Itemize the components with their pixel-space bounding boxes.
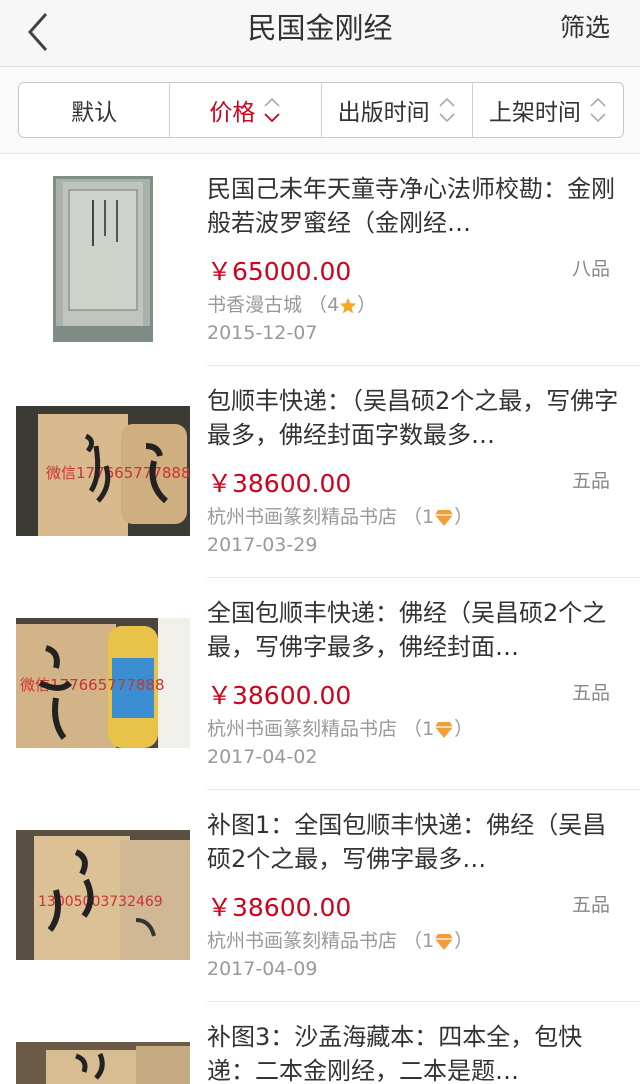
- sort-desc-icon: [264, 97, 281, 123]
- sort-tab-listing-time[interactable]: 上架时间: [473, 83, 623, 137]
- shop-name: 杭州书画篆刻精品书店: [207, 718, 398, 740]
- item-info: 补图1：全国包顺丰快递：佛经（吴昌硕2个之最，写佛字最多… ￥38600.00 …: [207, 808, 622, 988]
- sort-tab-publish-time[interactable]: 出版时间: [322, 83, 473, 137]
- diamond-icon: [435, 509, 454, 526]
- item-condition: 五品: [571, 470, 610, 492]
- item-title[interactable]: 补图1：全国包顺丰快递：佛经（吴昌硕2个之最，写佛字最多…: [207, 808, 622, 876]
- shop-name: 书香漫古城: [207, 294, 303, 316]
- product-thumbnail[interactable]: [16, 1042, 190, 1084]
- shop-rating-open: （1: [403, 930, 435, 952]
- item-shop[interactable]: 杭州书画篆刻精品书店 （1 ）: [207, 714, 473, 741]
- sort-tab-default-label: 默认: [71, 100, 118, 126]
- item-title[interactable]: 补图3：沙孟海藏本：四本全，包快递：二本金刚经，二本是题…: [207, 1020, 622, 1084]
- sort-tab-price-label: 价格: [209, 100, 256, 126]
- item-info: 民国己未年天童寺净心法师校勘：金刚般若波罗蜜经（金刚经… ￥65000.00 八…: [207, 172, 622, 352]
- item-info: 全国包顺丰快递：佛经（吴昌硕2个之最，写佛字最多，佛经封面… ￥38600.00…: [207, 596, 622, 776]
- sort-tab-listing-time-label: 上架时间: [488, 100, 581, 126]
- item-date: 2017-04-02: [207, 746, 318, 768]
- list-item[interactable]: 13005003732469 补图1：全国包顺丰快递：佛经（吴昌硕2个之最，写佛…: [0, 790, 640, 1002]
- shop-rating-open: （4: [308, 294, 340, 316]
- item-title[interactable]: 民国己未年天童寺净心法师校勘：金刚般若波罗蜜经（金刚经…: [207, 172, 622, 240]
- shop-name: 杭州书画篆刻精品书店: [207, 506, 398, 528]
- item-condition: 五品: [571, 894, 610, 916]
- item-title[interactable]: 包顺丰快递：（吴昌硕2个之最，写佛字最多，佛经封面字数最多…: [207, 384, 622, 452]
- product-thumbnail[interactable]: 13005003732469: [16, 830, 190, 960]
- item-title[interactable]: 全国包顺丰快递：佛经（吴昌硕2个之最，写佛字最多，佛经封面…: [207, 596, 622, 664]
- item-condition: 五品: [571, 682, 610, 704]
- sort-toggle-icon: [439, 97, 455, 123]
- shop-rating-close: ）: [357, 294, 377, 316]
- sort-tab-default[interactable]: 默认: [19, 83, 171, 137]
- product-thumbnail[interactable]: [53, 176, 153, 342]
- shop-rating-open: （1: [403, 718, 435, 740]
- filter-button[interactable]: 筛选: [560, 0, 610, 56]
- product-thumbnail[interactable]: 微信177665777888: [16, 406, 190, 536]
- item-shop[interactable]: 杭州书画篆刻精品书店 （1 ）: [207, 926, 473, 953]
- sort-toggle-icon: [590, 97, 606, 123]
- item-date: 2015-12-07: [207, 322, 318, 344]
- shop-rating-close: ）: [454, 930, 474, 952]
- item-price: ￥38600.00: [207, 469, 352, 498]
- list-item[interactable]: 民国己未年天童寺净心法师校勘：金刚般若波罗蜜经（金刚经… ￥65000.00 八…: [0, 154, 640, 366]
- thumb-watermark: 微信177665777888: [46, 464, 190, 482]
- item-info: 补图3：沙孟海藏本：四本全，包快递：二本金刚经，二本是题…: [207, 1020, 622, 1084]
- page-title: 民国金刚经: [247, 11, 393, 45]
- item-price: ￥65000.00: [207, 257, 352, 286]
- product-thumbnail[interactable]: 微信177665777888: [16, 618, 190, 748]
- item-shop[interactable]: 杭州书画篆刻精品书店 （1 ）: [207, 502, 473, 529]
- item-condition: 八品: [571, 258, 610, 280]
- item-price: ￥38600.00: [207, 893, 352, 922]
- shop-rating-close: ）: [454, 718, 474, 740]
- diamond-icon: [435, 721, 454, 738]
- sort-bar: 默认 价格 出版时间 上架时间: [0, 67, 640, 154]
- diamond-icon: [435, 933, 454, 950]
- shop-name: 杭州书画篆刻精品书店: [207, 930, 398, 952]
- item-price: ￥38600.00: [207, 681, 352, 710]
- item-date: 2017-04-09: [207, 958, 318, 980]
- item-shop[interactable]: 书香漫古城 （4 ）: [207, 290, 376, 317]
- shop-rating-close: ）: [454, 506, 474, 528]
- item-date: 2017-03-29: [207, 534, 318, 556]
- sort-tab-publish-time-label: 出版时间: [337, 100, 430, 126]
- sort-tabs: 默认 价格 出版时间 上架时间: [18, 82, 624, 138]
- list-item[interactable]: 微信177665777888 全国包顺丰快递：佛经（吴昌硕2个之最，写佛字最多，…: [0, 578, 640, 790]
- item-info: 包顺丰快递：（吴昌硕2个之最，写佛字最多，佛经封面字数最多… ￥38600.00…: [207, 384, 622, 564]
- shop-rating-open: （1: [403, 506, 435, 528]
- star-icon: [340, 297, 357, 314]
- list-item[interactable]: 补图3：沙孟海藏本：四本全，包快递：二本金刚经，二本是题…: [0, 1002, 640, 1084]
- list-item[interactable]: 微信177665777888 包顺丰快递：（吴昌硕2个之最，写佛字最多，佛经封面…: [0, 366, 640, 578]
- top-bar: 民国金刚经 筛选: [0, 0, 640, 67]
- sort-tab-price[interactable]: 价格: [170, 83, 322, 137]
